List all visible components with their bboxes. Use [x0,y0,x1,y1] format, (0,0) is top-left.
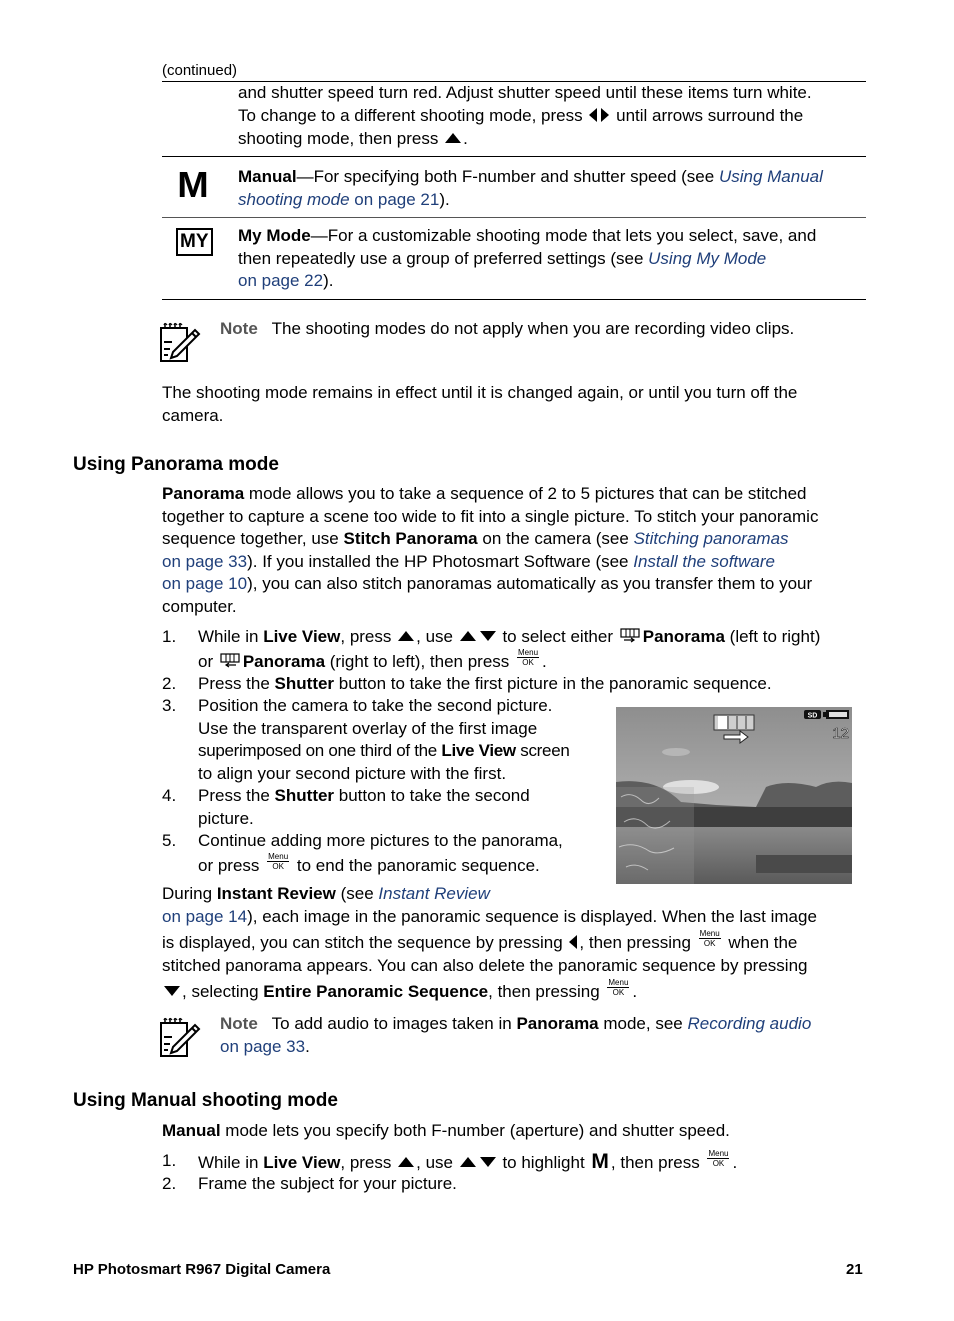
heading-using-manual-shooting-mode: Using Manual shooting mode [73,1090,338,1111]
down-arrow-icon [479,631,496,641]
up-arrow-icon [398,631,415,641]
battery-icon [823,710,849,719]
table-row-my-mode: My Mode—For a customizable shooting mode… [238,226,817,290]
table-rule [162,156,866,157]
menu-ok-button-icon: Menu OK [267,851,290,871]
link-page-33[interactable]: on page 33 [220,1037,305,1056]
left-arrow-icon [569,935,578,949]
note-audio: Note To add audio to images taken in Pan… [220,1014,812,1056]
menu-ok-button-icon: Menu OK [707,1149,730,1168]
note-vid: Note The shooting modes do not apply whe… [220,318,794,341]
table-bottom-rule [162,299,866,300]
landscape-photo: SD 12 [616,707,852,884]
continued-label: (continued) [162,62,238,79]
row-text: shooting mode, then press . [238,129,468,148]
up-arrow-icon [445,133,462,143]
row-text: and shutter speed turn red. Adjust shutt… [238,83,812,102]
manual-mode-icon: M [591,1150,609,1173]
menu-ok-button-icon: Menu OK [607,978,630,997]
note-text: The shooting modes do not apply when you… [271,319,795,338]
list-item-step-5: 5. Continue adding more pictures to the … [162,831,563,875]
list-item-manual-step-2: 2. Frame the subject for your picture. [162,1174,457,1193]
my-mode-icon: MY [176,228,213,256]
sd-card-icon: SD [804,710,821,720]
link-using-manual[interactable]: Using Manual [719,167,823,186]
link-stitching-panoramas[interactable]: Stitching panoramas [634,529,789,548]
page-number: 21 [846,1261,863,1278]
link-page-33[interactable]: on page 33 [162,552,247,571]
up-arrow-icon [459,1157,476,1167]
camera-live-view-screenshot: SD 12 [616,707,852,884]
note-icon [160,1017,201,1057]
down-arrow-icon [479,1157,496,1167]
footer-title: HP Photosmart R967 Digital Camera [73,1261,331,1278]
row-text: To change to a different shooting mode, … [238,105,804,125]
link-using-my-mode[interactable]: Using My Mode [648,249,766,268]
table-row-continued: and shutter speed turn red. Adjust shutt… [238,82,812,151]
shots-remaining: 12 [832,725,849,742]
table-row-manual: Manual—For specifying both F-number and … [238,167,823,209]
list-item-manual-step-1: 1. While in Live View, press , use to hi… [162,1149,738,1173]
menu-ok-button-icon: Menu OK [698,929,721,948]
heading-using-panorama-mode: Using Panorama mode [73,454,279,475]
link-page-22[interactable]: on page 22 [238,271,323,290]
right-arrow-icon [601,107,610,122]
panorama-left-to-right-icon [620,628,640,643]
note-label: Note [220,319,258,338]
down-arrow-icon [164,986,180,996]
link-install-software[interactable]: Install the software [633,552,775,571]
paragraph-instant-review: During Instant Review (see Instant Revie… [162,884,817,1001]
list-item-step-4: 4. Press the Shutter button to take the … [162,786,530,828]
menu-ok-button-icon: Menu OK [517,647,540,667]
left-arrow-icon [589,107,598,122]
link-recording-audio[interactable]: Recording audio [687,1014,811,1033]
manual-mode-icon: M [177,164,209,205]
note-label: Note [220,1014,258,1033]
link-using-manual-2[interactable]: shooting mode [238,190,350,209]
link-page-10[interactable]: on page 10 [162,574,247,593]
up-arrow-icon [398,1157,415,1167]
list-item-step-1: 1. While in Live View, press , use to se… [162,627,821,671]
panorama-right-to-left-icon [220,652,240,667]
list-item-step-2: 2. Press the Shutter button to take the … [162,674,772,693]
paragraph-panorama-intro: Panorama mode allows you to take a seque… [162,484,819,616]
paragraph-manual-intro: Manual mode lets you specify both F-numb… [162,1121,730,1140]
sd-label: SD [808,713,818,720]
table-rule [162,217,866,218]
link-instant-review[interactable]: Instant Review [378,884,490,903]
paragraph-mode-remains: The shooting mode remains in effect unti… [162,383,798,425]
list-item-step-3: 3. Position the camera to take the secon… [162,696,570,783]
note-icon [160,322,201,362]
link-page-21[interactable]: on page 21 [350,190,439,209]
link-page-14[interactable]: on page 14 [162,907,247,926]
up-arrow-icon [459,631,476,641]
